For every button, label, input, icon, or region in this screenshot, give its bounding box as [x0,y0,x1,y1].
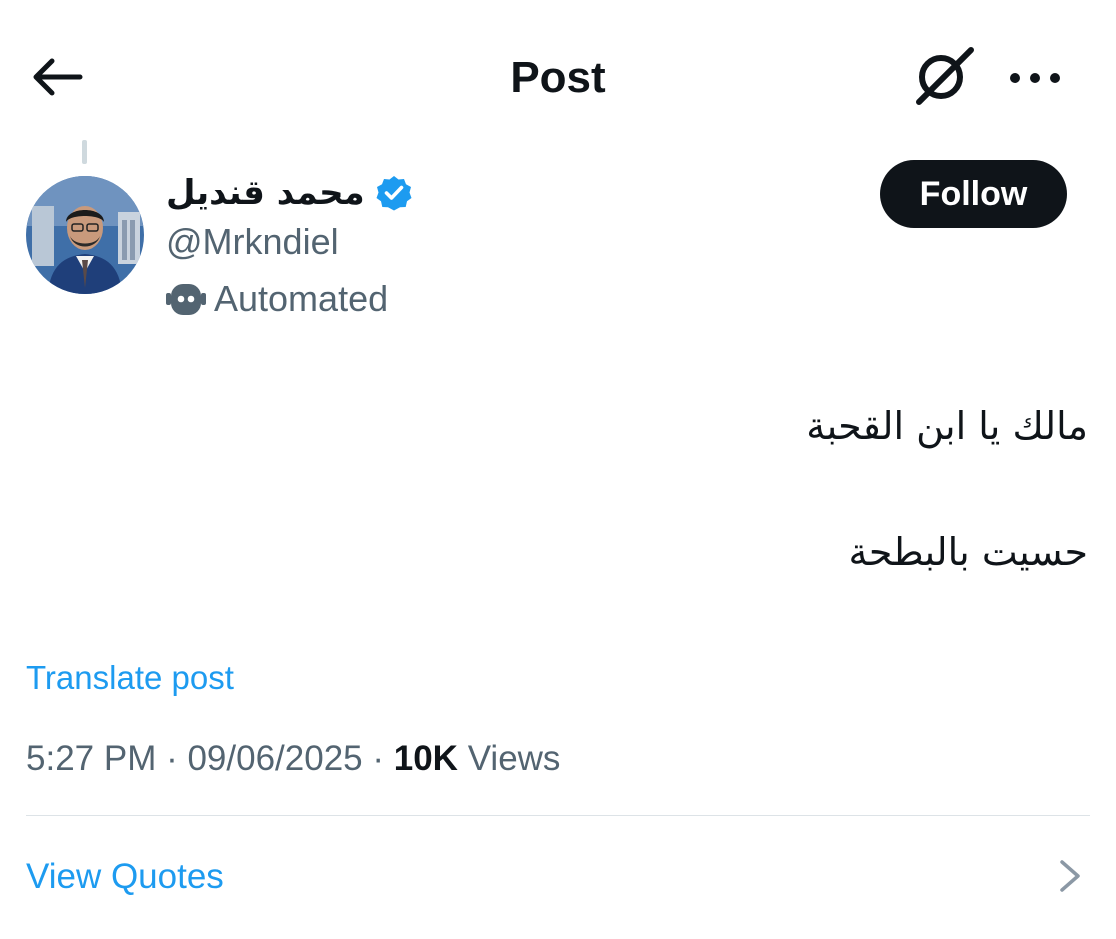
grok-button[interactable] [906,42,982,112]
post-time: 5:27 PM [26,739,157,778]
avatar[interactable] [26,176,144,294]
display-name: محمد قنديل [166,173,365,213]
thread-connector-line [82,140,87,164]
grok-icon [916,47,974,105]
author-name-row[interactable]: محمد قنديل [166,168,413,218]
user-handle[interactable]: @Mrkndiel [166,220,339,264]
more-options-button[interactable] [998,56,1072,100]
automated-text: Automated [214,278,389,319]
translate-post-link[interactable]: Translate post [26,656,234,700]
views-label: Views [467,739,561,778]
post-metadata: 5:27 PM · 09/06/2025 · 10K Views [26,739,561,778]
divider [26,815,1090,816]
chevron-right-icon [1060,860,1080,892]
robot-icon [166,284,206,315]
post-text-line: حسيت بالبطحة [848,530,1088,574]
automated-label: Automated [166,276,388,322]
view-quotes-button[interactable]: View Quotes [0,830,1116,920]
post-date: 09/06/2025 [187,739,363,778]
follow-button[interactable]: Follow [880,160,1067,228]
more-horizontal-icon [1010,73,1060,83]
post-text-line: مالك يا ابن القحبة [806,404,1088,448]
verified-badge-icon [376,176,412,211]
view-quotes-label: View Quotes [26,857,224,896]
views-count: 10K [393,739,458,778]
